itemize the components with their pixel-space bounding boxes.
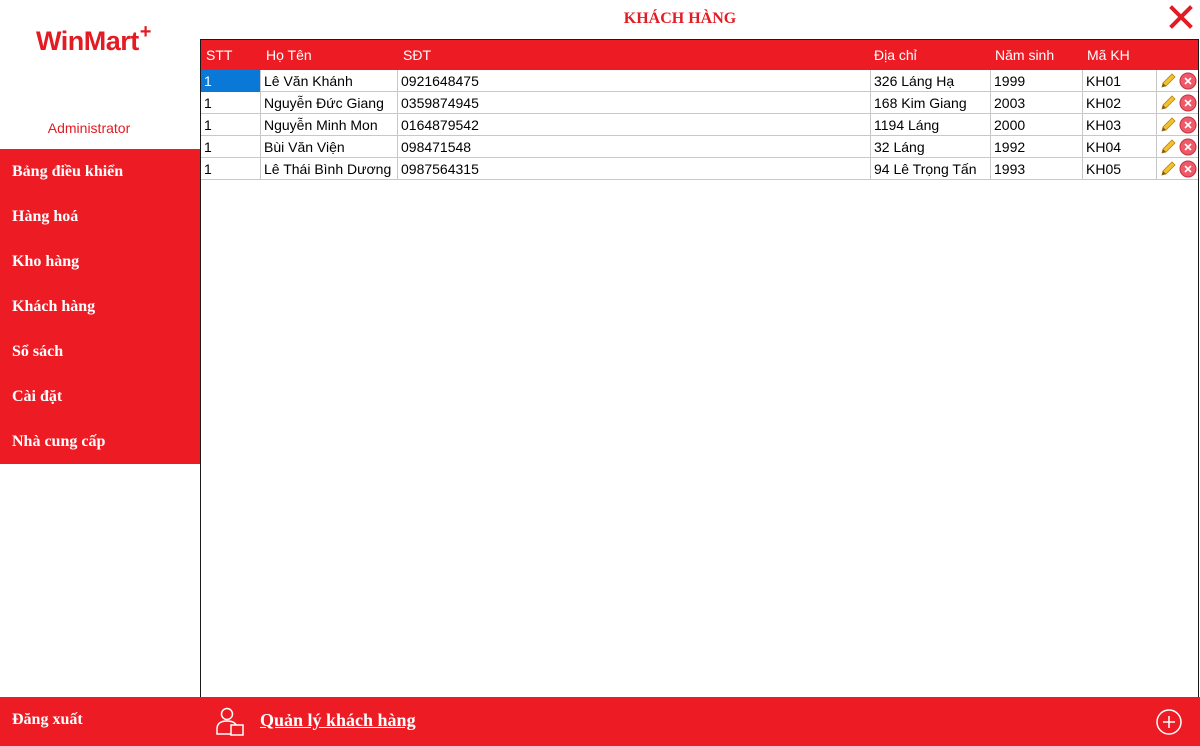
cell-customer-code[interactable]: KH02: [1083, 92, 1157, 114]
sidebar-item-settings[interactable]: Cài đặt: [0, 374, 200, 419]
cell-stt[interactable]: 1: [201, 114, 261, 136]
add-customer-button[interactable]: [1155, 708, 1183, 736]
delete-button[interactable]: [1178, 137, 1198, 157]
cell-name[interactable]: Nguyễn Minh Mon: [261, 114, 398, 136]
delete-circle-icon: [1179, 116, 1197, 134]
logo-text: WinMart: [36, 26, 139, 56]
delete-button[interactable]: [1178, 71, 1198, 91]
sidebar-menu: Bảng điều khiển Hàng hoá Kho hàng Khách …: [0, 149, 200, 464]
table-row[interactable]: 1 Lê Văn Khánh 0921648475 326 Láng Hạ 19…: [201, 70, 1198, 92]
customer-table[interactable]: STT Họ Tên SĐT Địa chỉ Năm sinh Mã KH 1 …: [200, 39, 1199, 699]
logout-button[interactable]: Đăng xuất: [12, 697, 83, 742]
cell-customer-code[interactable]: KH03: [1083, 114, 1157, 136]
cell-name[interactable]: Nguyễn Đức Giang: [261, 92, 398, 114]
edit-button[interactable]: [1158, 115, 1178, 135]
cell-phone[interactable]: 0987564315: [398, 158, 871, 180]
cell-phone[interactable]: 0359874945: [398, 92, 871, 114]
cell-phone[interactable]: 0921648475: [398, 70, 871, 92]
close-button[interactable]: [1168, 4, 1194, 30]
pencil-icon: [1161, 139, 1176, 154]
cell-stt[interactable]: 1: [201, 136, 261, 158]
delete-button[interactable]: [1178, 93, 1198, 113]
cell-birth-year[interactable]: 2000: [991, 114, 1083, 136]
edit-button[interactable]: [1158, 137, 1178, 157]
pencil-icon: [1161, 117, 1176, 132]
cell-birth-year[interactable]: 2003: [991, 92, 1083, 114]
cell-name[interactable]: Lê Thái Bình Dương: [261, 158, 398, 180]
cell-address[interactable]: 326 Láng Hạ: [871, 70, 991, 92]
cell-address[interactable]: 94 Lê Trọng Tấn: [871, 158, 991, 180]
cell-birth-year[interactable]: 1999: [991, 70, 1083, 92]
cell-address[interactable]: 32 Láng: [871, 136, 991, 158]
cell-customer-code[interactable]: KH05: [1083, 158, 1157, 180]
delete-circle-icon: [1179, 138, 1197, 156]
cell-birth-year[interactable]: 1993: [991, 158, 1083, 180]
cell-name[interactable]: Bùi Văn Viện: [261, 136, 398, 158]
table-row[interactable]: 1 Nguyễn Đức Giang 0359874945 168 Kim Gi…: [201, 92, 1198, 114]
customer-management-link[interactable]: Quản lý khách hàng: [260, 710, 416, 731]
sidebar-item-warehouse[interactable]: Kho hàng: [0, 239, 200, 284]
table-row[interactable]: 1 Bùi Văn Viện 098471548 32 Láng 1992 KH…: [201, 136, 1198, 158]
column-header-birth-year[interactable]: Năm sinh: [995, 40, 1054, 70]
pencil-icon: [1161, 161, 1176, 176]
logo-plus: +: [139, 21, 152, 43]
add-circle-icon: [1156, 709, 1182, 735]
delete-circle-icon: [1179, 160, 1197, 178]
column-header-name[interactable]: Họ Tên: [266, 40, 312, 70]
table-row[interactable]: 1 Nguyễn Minh Mon 0164879542 1194 Láng 2…: [201, 114, 1198, 136]
close-icon: [1169, 5, 1193, 29]
column-header-stt[interactable]: STT: [206, 40, 232, 70]
cell-customer-code[interactable]: KH01: [1083, 70, 1157, 92]
column-header-customer-code[interactable]: Mã KH: [1087, 40, 1130, 70]
pencil-icon: [1161, 73, 1176, 88]
sidebar-item-dashboard[interactable]: Bảng điều khiển: [0, 149, 200, 194]
edit-button[interactable]: [1158, 159, 1178, 179]
customer-management-icon: [214, 705, 246, 737]
column-header-address[interactable]: Địa chỉ: [874, 40, 917, 70]
sidebar-item-customers[interactable]: Khách hàng: [0, 284, 200, 329]
table-row[interactable]: 1 Lê Thái Bình Dương 0987564315 94 Lê Tr…: [201, 158, 1198, 180]
edit-button[interactable]: [1158, 71, 1178, 91]
column-header-phone[interactable]: SĐT: [403, 40, 431, 70]
cell-phone[interactable]: 098471548: [398, 136, 871, 158]
sidebar-item-suppliers[interactable]: Nhà cung cấp: [0, 419, 200, 464]
pencil-icon: [1161, 95, 1176, 110]
cell-address[interactable]: 168 Kim Giang: [871, 92, 991, 114]
page-title: KHÁCH HÀNG: [623, 10, 737, 27]
edit-button[interactable]: [1158, 93, 1178, 113]
footer-bar: Đăng xuất Quản lý khách hàng: [0, 697, 1200, 746]
cell-birth-year[interactable]: 1992: [991, 136, 1083, 158]
cell-name[interactable]: Lê Văn Khánh: [261, 70, 398, 92]
cell-address[interactable]: 1194 Láng: [871, 114, 991, 136]
cell-stt[interactable]: 1: [201, 92, 261, 114]
delete-circle-icon: [1179, 94, 1197, 112]
winmart-logo: WinMart+: [36, 21, 151, 56]
user-name: Administrator: [47, 120, 131, 136]
sidebar-item-ledger[interactable]: Sổ sách: [0, 329, 200, 374]
sidebar-item-products[interactable]: Hàng hoá: [0, 194, 200, 239]
cell-stt[interactable]: 1: [201, 70, 261, 92]
table-header: STT Họ Tên SĐT Địa chỉ Năm sinh Mã KH: [201, 40, 1198, 70]
cell-customer-code[interactable]: KH04: [1083, 136, 1157, 158]
delete-button[interactable]: [1178, 159, 1198, 179]
cell-phone[interactable]: 0164879542: [398, 114, 871, 136]
delete-circle-icon: [1179, 72, 1197, 90]
app-window: WinMart+ Administrator Bảng điều khiển H…: [0, 0, 1200, 746]
delete-button[interactable]: [1178, 115, 1198, 135]
cell-stt[interactable]: 1: [201, 158, 261, 180]
sidebar: WinMart+ Administrator Bảng điều khiển H…: [0, 0, 200, 746]
